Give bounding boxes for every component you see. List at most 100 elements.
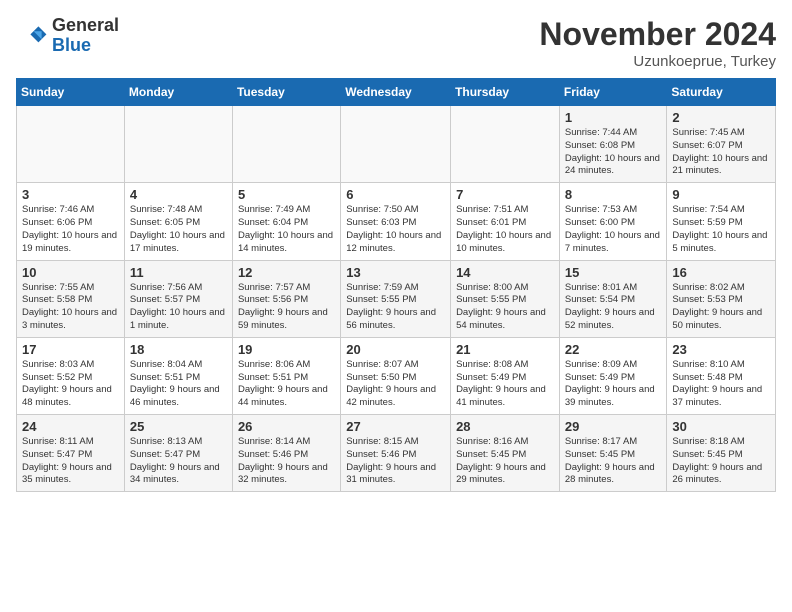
day-number: 28 — [456, 419, 554, 434]
day-number: 29 — [565, 419, 662, 434]
day-number: 23 — [672, 342, 770, 357]
day-info: Sunrise: 8:00 AM Sunset: 5:55 PM Dayligh… — [456, 282, 554, 333]
day-info: Sunrise: 8:10 AM Sunset: 5:48 PM Dayligh… — [672, 359, 770, 410]
weekday-header-row: SundayMondayTuesdayWednesdayThursdayFrid… — [17, 79, 776, 106]
day-number: 6 — [346, 187, 445, 202]
calendar-cell: 9 Sunrise: 7:54 AM Sunset: 5:59 PM Daylig… — [667, 183, 776, 260]
calendar-cell — [232, 106, 340, 183]
calendar-body: 1 Sunrise: 7:44 AM Sunset: 6:08 PM Daylig… — [17, 106, 776, 492]
day-number: 30 — [672, 419, 770, 434]
calendar-cell: 30 Sunrise: 8:18 AM Sunset: 5:45 PM Dayli… — [667, 415, 776, 492]
weekday-header-cell: Sunday — [17, 79, 125, 106]
calendar-cell: 1 Sunrise: 7:44 AM Sunset: 6:08 PM Daylig… — [559, 106, 667, 183]
calendar-cell: 14 Sunrise: 8:00 AM Sunset: 5:55 PM Dayli… — [451, 260, 560, 337]
calendar-table: SundayMondayTuesdayWednesdayThursdayFrid… — [16, 78, 776, 492]
day-info: Sunrise: 8:09 AM Sunset: 5:49 PM Dayligh… — [565, 359, 662, 410]
page-header: General Blue November 2024 Uzunkoeprue, … — [16, 16, 776, 70]
day-number: 10 — [22, 265, 119, 280]
day-info: Sunrise: 7:51 AM Sunset: 6:01 PM Dayligh… — [456, 204, 554, 255]
calendar-cell: 16 Sunrise: 8:02 AM Sunset: 5:53 PM Dayli… — [667, 260, 776, 337]
day-number: 14 — [456, 265, 554, 280]
day-info: Sunrise: 7:50 AM Sunset: 6:03 PM Dayligh… — [346, 204, 445, 255]
day-info: Sunrise: 8:08 AM Sunset: 5:49 PM Dayligh… — [456, 359, 554, 410]
location-subtitle: Uzunkoeprue, Turkey — [539, 53, 776, 70]
day-info: Sunrise: 7:48 AM Sunset: 6:05 PM Dayligh… — [130, 204, 227, 255]
logo-line1: General — [52, 16, 119, 36]
weekday-header-cell: Wednesday — [341, 79, 451, 106]
day-info: Sunrise: 8:18 AM Sunset: 5:45 PM Dayligh… — [672, 436, 770, 487]
calendar-cell: 12 Sunrise: 7:57 AM Sunset: 5:56 PM Dayli… — [232, 260, 340, 337]
calendar-cell: 20Sunrise: 8:07 AM Sunset: 5:50 PM Dayli… — [341, 337, 451, 414]
calendar-week-row: 10 Sunrise: 7:55 AM Sunset: 5:58 PM Dayli… — [17, 260, 776, 337]
calendar-week-row: 24 Sunrise: 8:11 AM Sunset: 5:47 PM Dayli… — [17, 415, 776, 492]
day-number: 4 — [130, 187, 227, 202]
calendar-cell: 27Sunrise: 8:15 AM Sunset: 5:46 PM Dayli… — [341, 415, 451, 492]
calendar-cell: 10 Sunrise: 7:55 AM Sunset: 5:58 PM Dayli… — [17, 260, 125, 337]
calendar-cell: 24 Sunrise: 8:11 AM Sunset: 5:47 PM Dayli… — [17, 415, 125, 492]
calendar-cell — [17, 106, 125, 183]
day-number: 15 — [565, 265, 662, 280]
logo: General Blue — [16, 16, 119, 56]
weekday-header-cell: Thursday — [451, 79, 560, 106]
day-info: Sunrise: 7:46 AM Sunset: 6:06 PM Dayligh… — [22, 204, 119, 255]
calendar-cell: 28 Sunrise: 8:16 AM Sunset: 5:45 PM Dayli… — [451, 415, 560, 492]
day-number: 3 — [22, 187, 119, 202]
calendar-cell: 2 Sunrise: 7:45 AM Sunset: 6:07 PM Daylig… — [667, 106, 776, 183]
calendar-cell — [124, 106, 232, 183]
calendar-week-row: 1 Sunrise: 7:44 AM Sunset: 6:08 PM Daylig… — [17, 106, 776, 183]
day-number: 8 — [565, 187, 662, 202]
day-number: 17 — [22, 342, 119, 357]
month-title: November 2024 — [539, 16, 776, 53]
day-number: 9 — [672, 187, 770, 202]
day-info: Sunrise: 7:49 AM Sunset: 6:04 PM Dayligh… — [238, 204, 335, 255]
day-info: Sunrise: 7:55 AM Sunset: 5:58 PM Dayligh… — [22, 282, 119, 333]
day-info: Sunrise: 8:04 AM Sunset: 5:51 PM Dayligh… — [130, 359, 227, 410]
calendar-week-row: 17Sunrise: 8:03 AM Sunset: 5:52 PM Dayli… — [17, 337, 776, 414]
logo-icon — [16, 20, 48, 52]
day-number: 20 — [346, 342, 445, 357]
calendar-cell — [451, 106, 560, 183]
day-info: Sunrise: 8:13 AM Sunset: 5:47 PM Dayligh… — [130, 436, 227, 487]
calendar-cell: 13Sunrise: 7:59 AM Sunset: 5:55 PM Dayli… — [341, 260, 451, 337]
day-number: 26 — [238, 419, 335, 434]
day-info: Sunrise: 8:11 AM Sunset: 5:47 PM Dayligh… — [22, 436, 119, 487]
calendar-cell: 25 Sunrise: 8:13 AM Sunset: 5:47 PM Dayli… — [124, 415, 232, 492]
day-info: Sunrise: 8:17 AM Sunset: 5:45 PM Dayligh… — [565, 436, 662, 487]
day-number: 27 — [346, 419, 445, 434]
day-info: Sunrise: 7:54 AM Sunset: 5:59 PM Dayligh… — [672, 204, 770, 255]
day-number: 11 — [130, 265, 227, 280]
calendar-cell: 11 Sunrise: 7:56 AM Sunset: 5:57 PM Dayli… — [124, 260, 232, 337]
day-number: 2 — [672, 110, 770, 125]
day-info: Sunrise: 8:14 AM Sunset: 5:46 PM Dayligh… — [238, 436, 335, 487]
day-info: Sunrise: 7:57 AM Sunset: 5:56 PM Dayligh… — [238, 282, 335, 333]
day-number: 25 — [130, 419, 227, 434]
calendar-cell: 8 Sunrise: 7:53 AM Sunset: 6:00 PM Daylig… — [559, 183, 667, 260]
calendar-cell: 15 Sunrise: 8:01 AM Sunset: 5:54 PM Dayli… — [559, 260, 667, 337]
calendar-cell: 21Sunrise: 8:08 AM Sunset: 5:49 PM Dayli… — [451, 337, 560, 414]
title-block: November 2024 Uzunkoeprue, Turkey — [539, 16, 776, 70]
weekday-header-cell: Monday — [124, 79, 232, 106]
calendar-cell — [341, 106, 451, 183]
day-info: Sunrise: 8:02 AM Sunset: 5:53 PM Dayligh… — [672, 282, 770, 333]
day-number: 5 — [238, 187, 335, 202]
day-number: 22 — [565, 342, 662, 357]
day-info: Sunrise: 7:53 AM Sunset: 6:00 PM Dayligh… — [565, 204, 662, 255]
day-info: Sunrise: 8:16 AM Sunset: 5:45 PM Dayligh… — [456, 436, 554, 487]
day-info: Sunrise: 7:44 AM Sunset: 6:08 PM Dayligh… — [565, 127, 662, 178]
calendar-cell: 17Sunrise: 8:03 AM Sunset: 5:52 PM Dayli… — [17, 337, 125, 414]
calendar-cell: 29 Sunrise: 8:17 AM Sunset: 5:45 PM Dayli… — [559, 415, 667, 492]
day-number: 24 — [22, 419, 119, 434]
day-number: 1 — [565, 110, 662, 125]
day-number: 12 — [238, 265, 335, 280]
logo-line2: Blue — [52, 36, 119, 56]
calendar-cell: 19Sunrise: 8:06 AM Sunset: 5:51 PM Dayli… — [232, 337, 340, 414]
calendar-cell: 6 Sunrise: 7:50 AM Sunset: 6:03 PM Daylig… — [341, 183, 451, 260]
day-number: 19 — [238, 342, 335, 357]
day-info: Sunrise: 7:56 AM Sunset: 5:57 PM Dayligh… — [130, 282, 227, 333]
day-info: Sunrise: 7:45 AM Sunset: 6:07 PM Dayligh… — [672, 127, 770, 178]
day-number: 7 — [456, 187, 554, 202]
day-number: 16 — [672, 265, 770, 280]
calendar-cell: 7 Sunrise: 7:51 AM Sunset: 6:01 PM Daylig… — [451, 183, 560, 260]
day-info: Sunrise: 8:01 AM Sunset: 5:54 PM Dayligh… — [565, 282, 662, 333]
calendar-cell: 22 Sunrise: 8:09 AM Sunset: 5:49 PM Dayli… — [559, 337, 667, 414]
